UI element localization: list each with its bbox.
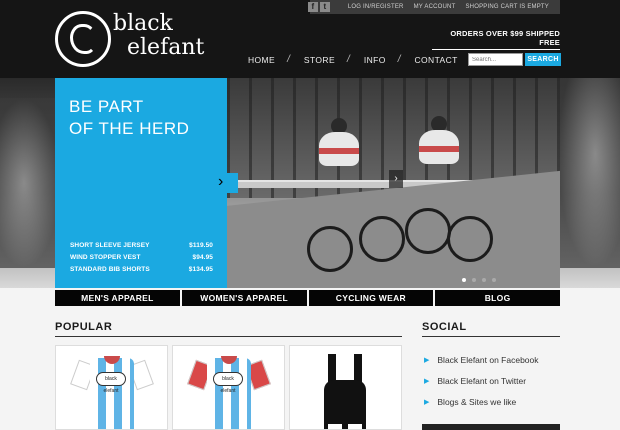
social-divider	[422, 336, 560, 337]
jersey-image: black elefant	[70, 354, 154, 429]
triangle-bullet-icon: ▶	[424, 357, 430, 364]
category-cycling-wear[interactable]: CYCLING WEAR	[308, 290, 434, 306]
category-mens-apparel[interactable]: MEN'S APPAREL	[55, 290, 180, 306]
jersey-logo-text: black elefant	[213, 372, 243, 394]
slider-dot[interactable]	[492, 278, 496, 282]
slider-dot[interactable]	[482, 278, 486, 282]
product-name: WIND STOPPER VEST	[70, 254, 141, 261]
social-link-twitter[interactable]: ▶ Black Elefant on Twitter	[422, 371, 560, 392]
nav-separator: /	[397, 54, 401, 65]
popular-products: black elefant black elefant	[55, 345, 402, 430]
category-womens-apparel[interactable]: WOMEN'S APPAREL	[181, 290, 307, 306]
slider-pagination	[462, 278, 496, 282]
facebook-icon[interactable]: f	[307, 2, 318, 12]
site-logo[interactable]: black elefant	[55, 8, 204, 70]
search-input[interactable]	[468, 53, 523, 66]
elephant-logo-icon	[55, 11, 111, 67]
social-link-label: Black Elefant on Twitter	[437, 376, 527, 386]
social-icons: f t	[307, 2, 330, 12]
my-account-link[interactable]: MY ACCOUNT	[414, 4, 456, 10]
product-card[interactable]	[289, 345, 402, 430]
nav-info[interactable]: INFO	[364, 55, 386, 65]
category-blog[interactable]: BLOG	[435, 290, 560, 306]
search-button[interactable]: SEARCH	[525, 53, 561, 66]
social-links: ▶ Black Elefant on Facebook ▶ Black Elef…	[422, 350, 560, 413]
shopping-cart-link[interactable]: SHOPPING CART IS EMPTY	[465, 4, 549, 10]
twitter-icon[interactable]: t	[319, 2, 330, 12]
promo-panel: BE PART OF THE HERD SHORT SLEEVE JERSEY …	[55, 78, 227, 288]
nav-separator: /	[287, 54, 290, 65]
slider-dot[interactable]	[472, 278, 476, 282]
social-heading: SOCIAL	[422, 321, 467, 333]
triangle-bullet-icon: ▶	[424, 378, 430, 385]
main-navigation: HOME / STORE / INFO / CONTACT	[248, 54, 458, 65]
site-header: f t LOG IN/REGISTER MY ACCOUNT SHOPPING …	[0, 0, 620, 78]
product-price: $134.95	[188, 266, 213, 273]
price-row[interactable]: SHORT SLEEVE JERSEY $119.50	[70, 240, 213, 252]
popular-heading: POPULAR	[55, 321, 113, 333]
product-price: $119.50	[189, 242, 213, 249]
product-name: SHORT SLEEVE JERSEY	[70, 242, 150, 249]
cyclists-photo: ›	[227, 78, 560, 288]
price-row[interactable]: STANDARD BIB SHORTS $134.95	[70, 264, 213, 276]
logo-text-black: black	[113, 11, 173, 36]
promo-headline: BE PART OF THE HERD	[69, 96, 219, 140]
hero-slider[interactable]: › BE PART OF THE HERD SHORT SLEEVE JERSE…	[55, 78, 560, 288]
category-bar: MEN'S APPAREL WOMEN'S APPAREL CYCLING WE…	[55, 290, 560, 306]
promo-price-list: SHORT SLEEVE JERSEY $119.50 WIND STOPPER…	[70, 240, 213, 276]
utility-bar: f t LOG IN/REGISTER MY ACCOUNT SHOPPING …	[307, 0, 560, 14]
login-register-link[interactable]: LOG IN/REGISTER	[348, 4, 404, 10]
nav-store[interactable]: STORE	[304, 55, 335, 65]
promo-headline-line1: BE PART	[69, 97, 144, 116]
social-widget-preview	[422, 424, 560, 430]
nav-separator: /	[347, 54, 350, 65]
jersey-logo-text: black elefant	[96, 372, 126, 394]
slider-next-chevron-icon[interactable]: ›	[218, 173, 238, 193]
product-price: $94.95	[192, 254, 213, 261]
slider-dot[interactable]	[462, 278, 466, 282]
social-link-facebook[interactable]: ▶ Black Elefant on Facebook	[422, 350, 560, 371]
nav-home[interactable]: HOME	[248, 55, 275, 65]
free-shipping-banner: ORDERS OVER $99 SHIPPED FREE	[432, 29, 560, 50]
product-card[interactable]: black elefant	[55, 345, 168, 430]
social-link-label: Blogs & Sites we like	[437, 397, 517, 407]
jersey-image: black elefant	[187, 354, 271, 429]
popular-divider	[55, 336, 402, 337]
social-link-label: Black Elefant on Facebook	[437, 355, 539, 365]
photo-arrow-icon: ›	[389, 170, 403, 188]
logo-text-elefant: elefant	[127, 35, 205, 60]
product-card[interactable]: black elefant	[172, 345, 285, 430]
social-link-blogs[interactable]: ▶ Blogs & Sites we like	[422, 392, 560, 413]
nav-contact[interactable]: CONTACT	[415, 55, 458, 65]
price-row[interactable]: WIND STOPPER VEST $94.95	[70, 252, 213, 264]
promo-headline-line2: OF THE HERD	[69, 119, 190, 138]
bib-shorts-image	[320, 354, 370, 429]
triangle-bullet-icon: ▶	[424, 399, 430, 406]
product-name: STANDARD BIB SHORTS	[70, 266, 150, 273]
